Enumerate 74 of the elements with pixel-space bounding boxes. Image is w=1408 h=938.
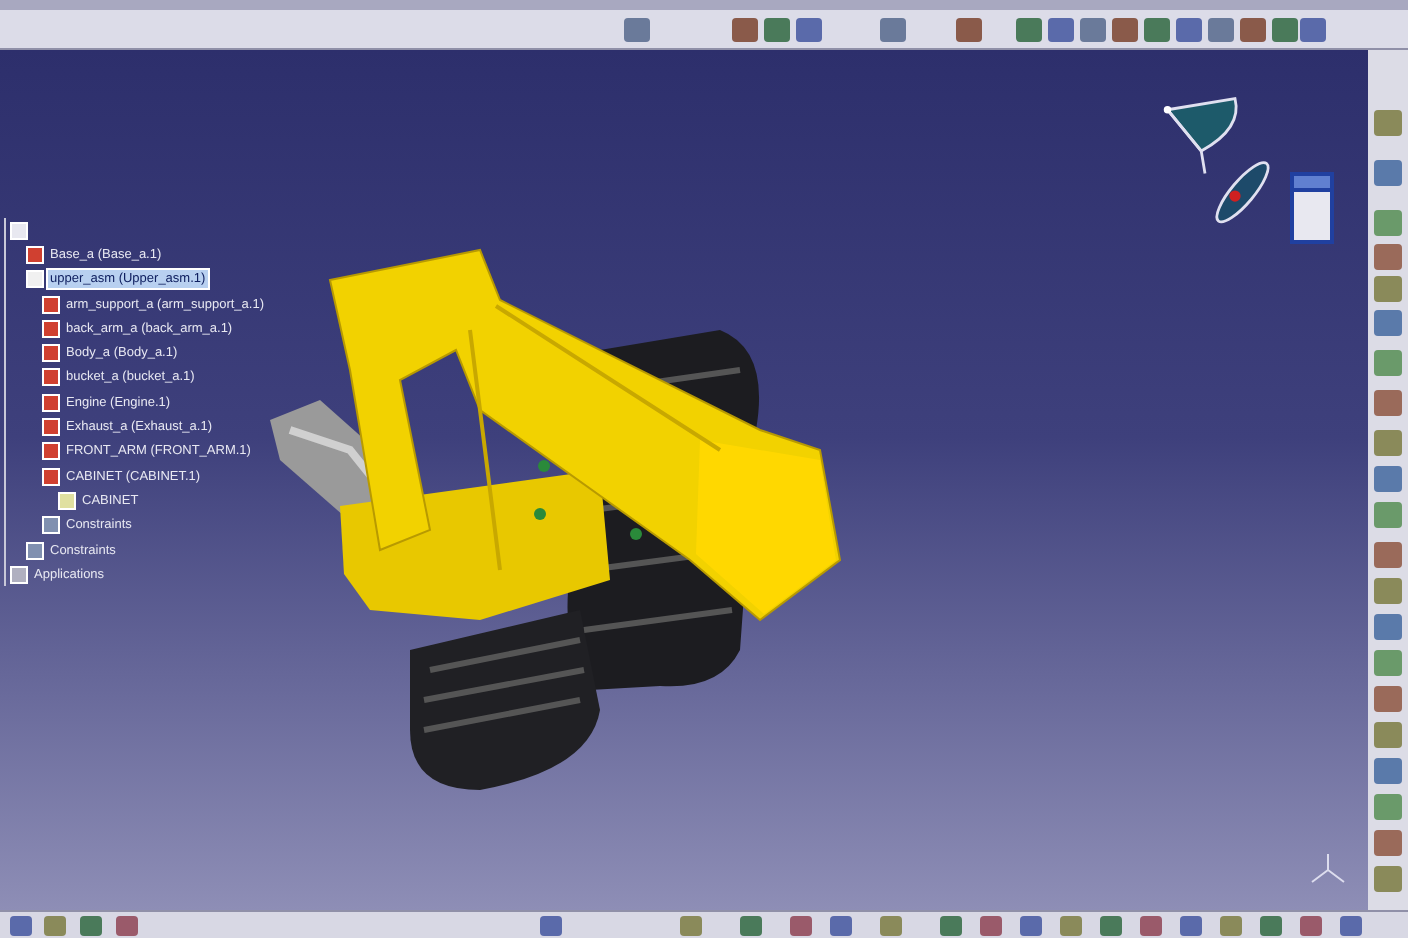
tool-icon[interactable] [1048, 18, 1074, 42]
tool-icon[interactable] [10, 916, 32, 936]
tool-icon[interactable] [1374, 110, 1402, 136]
tool-icon[interactable] [740, 916, 762, 936]
tool-icon[interactable] [1374, 686, 1402, 712]
tool-icon[interactable] [880, 18, 906, 42]
tool-icon[interactable] [1374, 542, 1402, 568]
tool-icon[interactable] [1374, 310, 1402, 336]
tool-icon[interactable] [956, 18, 982, 42]
tool-icon[interactable] [1112, 18, 1138, 42]
tool-icon[interactable] [1060, 916, 1082, 936]
tool-icon[interactable] [1180, 916, 1202, 936]
mini-toolbar-window[interactable] [1290, 172, 1334, 244]
tool-icon[interactable] [1300, 18, 1326, 42]
tree-node-icon [42, 319, 60, 338]
tool-icon[interactable] [1374, 722, 1402, 748]
tool-icon[interactable] [880, 916, 902, 936]
tool-icon[interactable] [1374, 276, 1402, 302]
tree-node-icon [10, 221, 28, 240]
tree-node-icon [10, 565, 28, 584]
tool-icon[interactable] [1374, 794, 1402, 820]
tool-icon[interactable] [116, 916, 138, 936]
tool-icon[interactable] [764, 18, 790, 42]
tool-icon[interactable] [540, 916, 562, 936]
tool-icon[interactable] [1020, 916, 1042, 936]
tool-icon[interactable] [1176, 18, 1202, 42]
tree-node-icon [42, 393, 60, 412]
tool-icon[interactable] [680, 916, 702, 936]
tool-icon[interactable] [1220, 916, 1242, 936]
tool-icon[interactable] [940, 916, 962, 936]
tool-icon[interactable] [1100, 916, 1122, 936]
tool-icon[interactable] [44, 916, 66, 936]
tree-node-icon [42, 418, 60, 437]
tree-node-icon [42, 442, 60, 461]
tool-icon[interactable] [732, 18, 758, 42]
tool-icon[interactable] [1340, 916, 1362, 936]
tool-icon[interactable] [1374, 650, 1402, 676]
tree-node-icon [42, 467, 60, 486]
tree-node-icon [42, 295, 60, 314]
tool-icon[interactable] [624, 18, 650, 42]
tool-icon[interactable] [1374, 614, 1402, 640]
tool-icon[interactable] [1374, 866, 1402, 892]
tool-icon[interactable] [1260, 916, 1282, 936]
tool-icon[interactable] [1374, 210, 1402, 236]
tool-icon[interactable] [1374, 502, 1402, 528]
tool-icon[interactable] [790, 916, 812, 936]
tree-node-icon [26, 245, 44, 264]
tool-icon[interactable] [1208, 18, 1234, 42]
tool-icon[interactable] [1374, 758, 1402, 784]
tool-icon[interactable] [1140, 916, 1162, 936]
tool-icon[interactable] [1272, 18, 1298, 42]
tool-icon[interactable] [1374, 244, 1402, 270]
tool-icon[interactable] [1374, 830, 1402, 856]
tool-icon[interactable] [980, 916, 1002, 936]
tool-icon[interactable] [1374, 390, 1402, 416]
tree-node-icon [26, 541, 44, 559]
tool-icon[interactable] [1374, 578, 1402, 604]
tree-node-icon [58, 491, 76, 510]
tool-icon[interactable] [1374, 430, 1402, 456]
tool-icon[interactable] [1374, 350, 1402, 376]
tool-icon[interactable] [1080, 18, 1106, 42]
tool-icon[interactable] [1144, 18, 1170, 42]
tool-icon[interactable] [1240, 18, 1266, 42]
tool-icon[interactable] [1374, 160, 1402, 186]
tree-node-icon [42, 344, 60, 363]
tree-node-icon [26, 270, 44, 289]
tool-icon[interactable] [830, 916, 852, 936]
tool-icon[interactable] [1300, 916, 1322, 936]
tree-node-icon [42, 516, 60, 535]
tool-icon[interactable] [1016, 18, 1042, 42]
tree-node-icon [42, 368, 60, 387]
tool-icon[interactable] [1374, 466, 1402, 492]
tool-icon[interactable] [796, 18, 822, 42]
tool-icon[interactable] [80, 916, 102, 936]
